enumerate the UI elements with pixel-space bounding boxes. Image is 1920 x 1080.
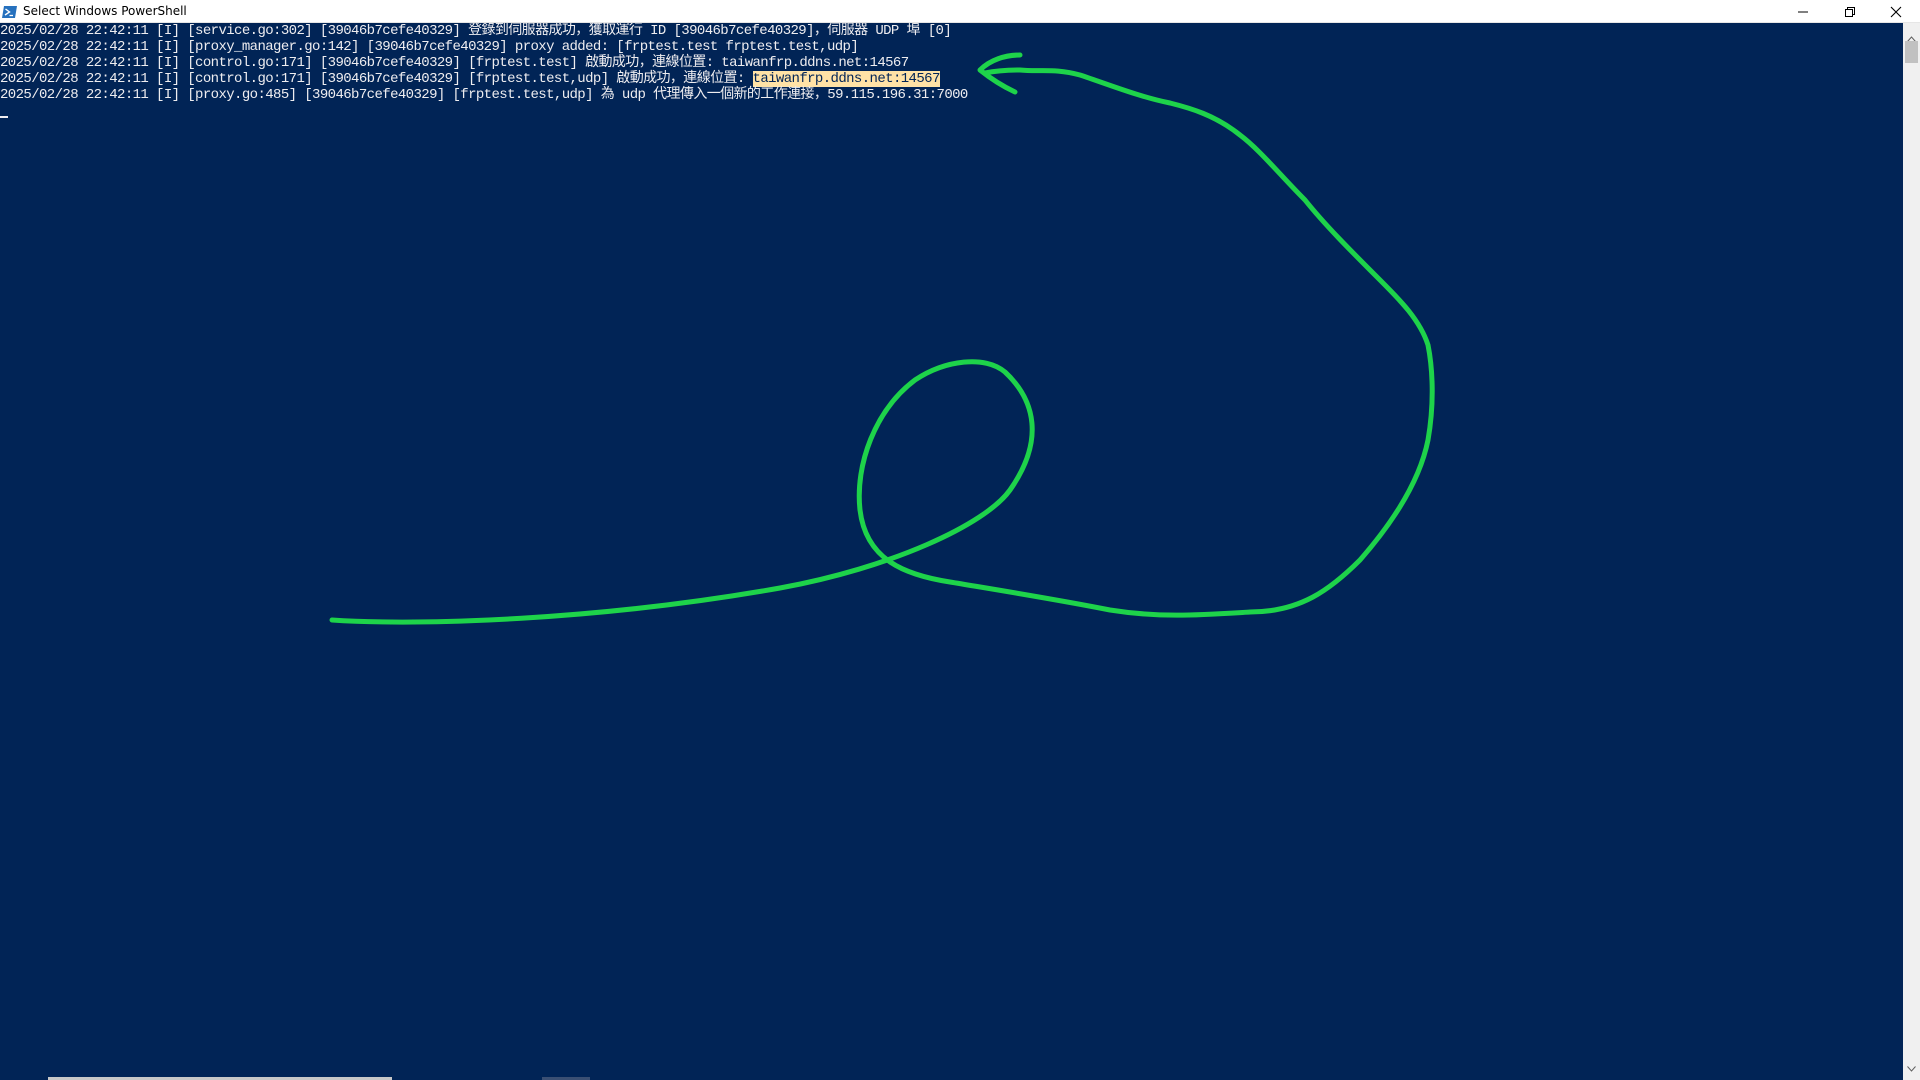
title-bar[interactable]: Select Windows PowerShell bbox=[0, 0, 1920, 23]
powershell-icon bbox=[2, 4, 18, 18]
scrollbar-thumb[interactable] bbox=[1905, 41, 1918, 63]
log-line: 2025/02/28 22:42:11 [I] [control.go:171]… bbox=[0, 55, 909, 71]
restore-button[interactable] bbox=[1827, 0, 1873, 23]
selected-address[interactable]: taiwanfrp.ddns.net:14567 bbox=[752, 71, 940, 87]
console-output[interactable]: 2025/02/28 22:42:11 [I] [service.go:302]… bbox=[0, 23, 1903, 1080]
vertical-scrollbar[interactable] bbox=[1903, 23, 1920, 1080]
text-cursor bbox=[0, 116, 8, 118]
scroll-down-icon[interactable] bbox=[1907, 1057, 1916, 1076]
close-button[interactable] bbox=[1873, 0, 1919, 23]
log-line: 2025/02/28 22:42:11 [I] [service.go:302]… bbox=[0, 23, 952, 39]
log-line: 2025/02/28 22:42:11 [I] [proxy.go:485] [… bbox=[0, 87, 968, 103]
window-title: Select Windows PowerShell bbox=[23, 4, 187, 18]
log-line: 2025/02/28 22:42:11 [I] [control.go:171]… bbox=[0, 71, 940, 87]
powershell-window: Select Windows PowerShell 2025/02/28 22:… bbox=[0, 0, 1920, 1080]
minimize-button[interactable] bbox=[1780, 0, 1826, 23]
log-line: 2025/02/28 22:42:11 [I] [proxy_manager.g… bbox=[0, 39, 859, 55]
log-line-prefix: 2025/02/28 22:42:11 [I] [control.go:171]… bbox=[0, 71, 753, 87]
